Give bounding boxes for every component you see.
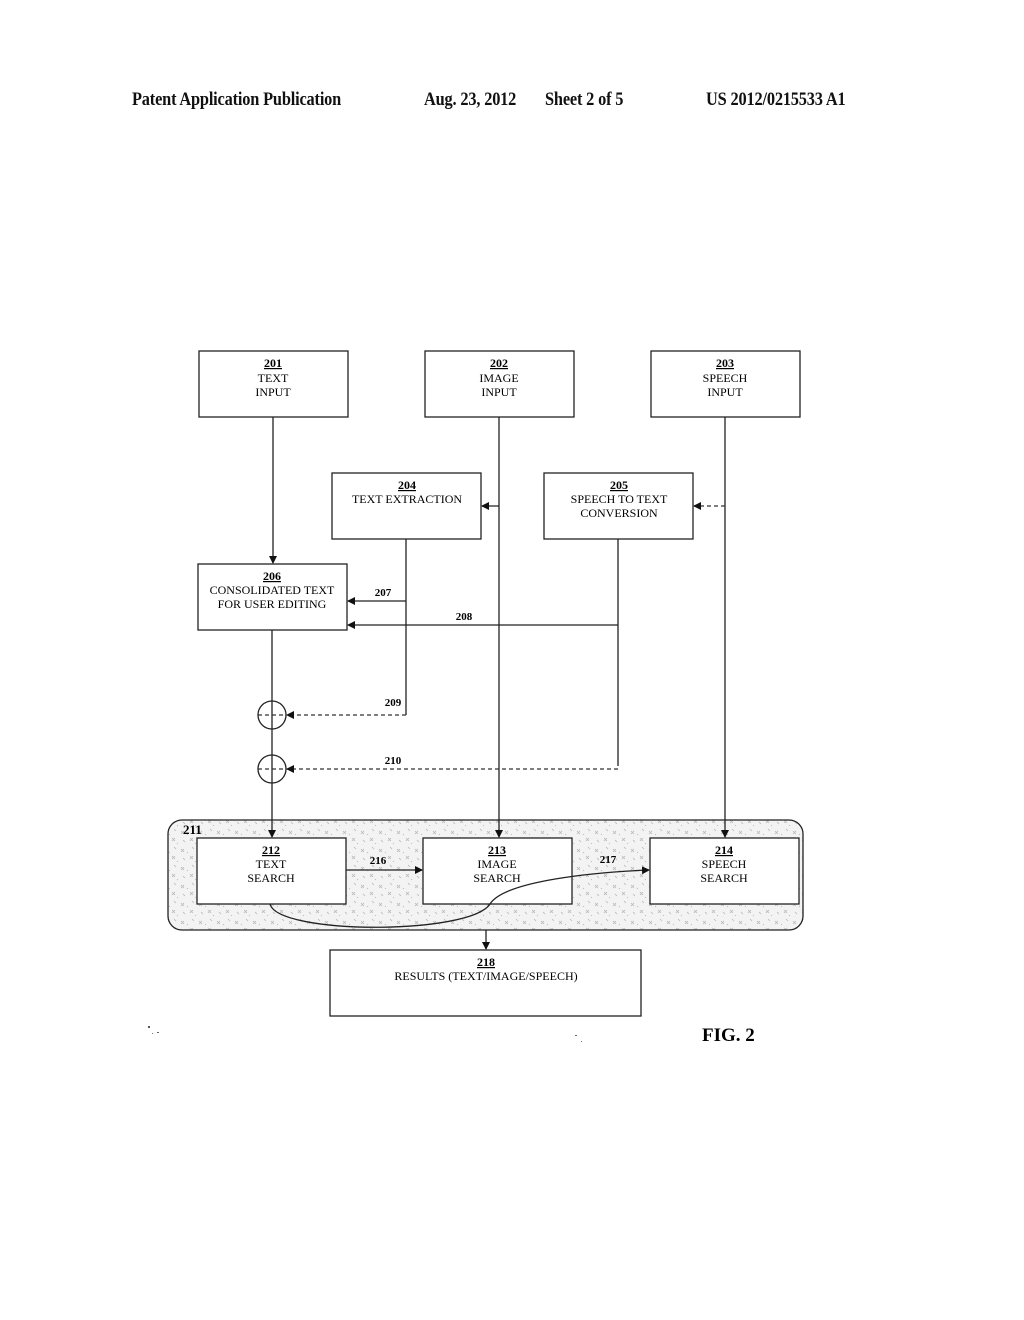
node-201-label-1: TEXT bbox=[258, 371, 289, 385]
node-218-label-1: RESULTS (TEXT/IMAGE/SPEECH) bbox=[394, 969, 577, 983]
node-214-speech-search: 214 SPEECH SEARCH bbox=[649, 837, 800, 905]
node-201-number: 201 bbox=[264, 356, 282, 370]
node-205-label-1: SPEECH TO TEXT bbox=[571, 492, 668, 506]
node-204-label-1: TEXT EXTRACTION bbox=[352, 492, 462, 506]
node-212-label-2: SEARCH bbox=[247, 871, 295, 885]
node-214-label-1: SPEECH bbox=[702, 857, 747, 871]
node-203-speech-input: 203 SPEECH INPUT bbox=[650, 350, 801, 418]
node-202-image-input: 202 IMAGE INPUT bbox=[424, 350, 575, 418]
node-206-consolidated-text: 206 CONSOLIDATED TEXT FOR USER EDITING bbox=[197, 563, 348, 631]
node-203-label-1: SPEECH bbox=[703, 371, 748, 385]
node-206-number: 206 bbox=[263, 569, 281, 583]
node-203-label-2: INPUT bbox=[707, 385, 743, 399]
edge-217-label: 217 bbox=[600, 854, 617, 866]
node-218-number: 218 bbox=[477, 955, 495, 969]
scan-specks bbox=[148, 1026, 582, 1042]
node-212-label-1: TEXT bbox=[256, 857, 287, 871]
node-204-number: 204 bbox=[398, 478, 416, 492]
figure-label: FIG. 2 bbox=[702, 1025, 755, 1046]
node-205-label-2: CONVERSION bbox=[580, 506, 658, 520]
edge-209-label: 209 bbox=[385, 697, 402, 709]
node-213-label-2: SEARCH bbox=[473, 871, 521, 885]
node-211-number: 211 bbox=[183, 822, 202, 837]
node-218-results: 218 RESULTS (TEXT/IMAGE/SPEECH) bbox=[329, 949, 642, 1017]
node-212-text-search: 212 TEXT SEARCH bbox=[196, 837, 347, 905]
edge-207-label: 207 bbox=[375, 587, 392, 599]
flow-diagram: 201 TEXT INPUT 202 IMAGE INPUT 203 SPEEC… bbox=[148, 350, 804, 1046]
edge-208-label: 208 bbox=[456, 611, 473, 623]
node-202-number: 202 bbox=[490, 356, 508, 370]
node-206-label-2: FOR USER EDITING bbox=[218, 597, 327, 611]
node-213-label-1: IMAGE bbox=[477, 857, 516, 871]
edge-216-label: 216 bbox=[370, 855, 387, 867]
node-213-image-search: 213 IMAGE SEARCH bbox=[422, 837, 573, 905]
node-204-text-extraction: 204 TEXT EXTRACTION bbox=[331, 472, 482, 540]
node-205-speech-to-text: 205 SPEECH TO TEXT CONVERSION bbox=[543, 472, 694, 540]
node-203-number: 203 bbox=[716, 356, 734, 370]
node-214-label-2: SEARCH bbox=[700, 871, 748, 885]
node-202-label-1: IMAGE bbox=[479, 371, 518, 385]
node-202-label-2: INPUT bbox=[481, 385, 517, 399]
node-212-number: 212 bbox=[262, 843, 280, 857]
node-214-number: 214 bbox=[715, 843, 733, 857]
node-201-text-input: 201 TEXT INPUT bbox=[198, 350, 349, 418]
edge-210-label: 210 bbox=[385, 755, 402, 767]
node-205-number: 205 bbox=[610, 478, 628, 492]
node-206-label-1: CONSOLIDATED TEXT bbox=[210, 583, 335, 597]
node-213-number: 213 bbox=[488, 843, 506, 857]
node-201-label-2: INPUT bbox=[255, 385, 291, 399]
